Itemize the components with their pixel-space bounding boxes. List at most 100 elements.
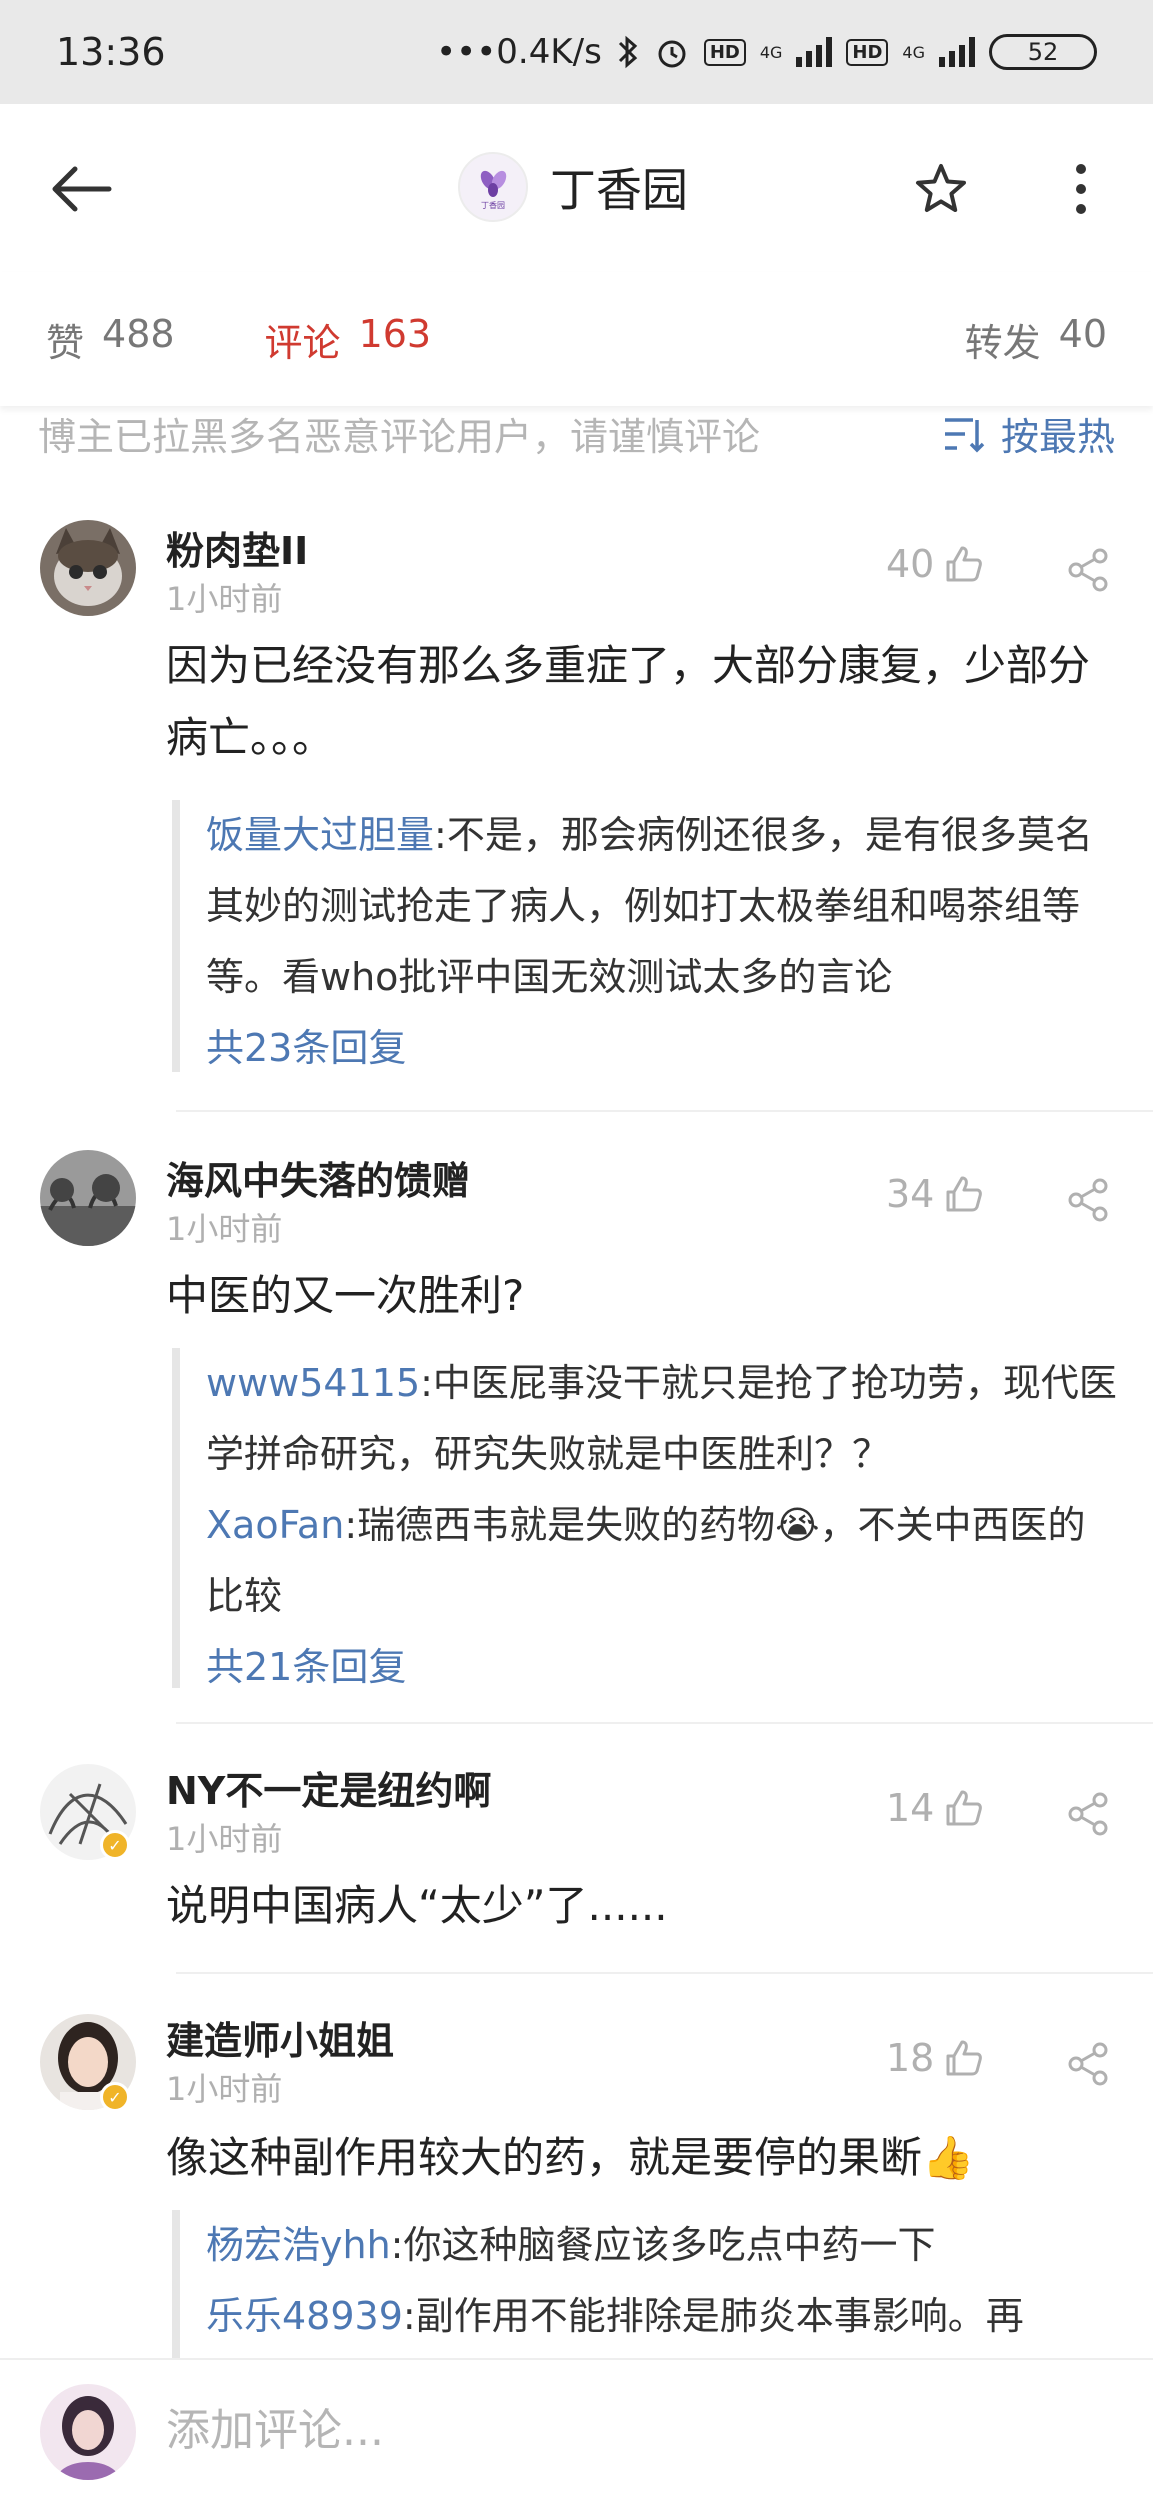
like-count: 14 — [886, 1786, 935, 1830]
reply-box[interactable]: 杨宏浩yhh:你这种脑餐应该多吃点中药一下 乐乐48939:副作用不能排除是肺炎… — [172, 2210, 1122, 2358]
more-vertical-icon — [1076, 164, 1086, 214]
like-button[interactable]: 34 — [886, 1172, 984, 1216]
thumbs-up-icon — [946, 546, 983, 582]
tab-comments-count: 163 — [358, 311, 432, 356]
reply-item: 饭量大过胆量:不是，那会病例还很多，是有很多莫名其妙的测试抢走了病人，例如打太极… — [206, 800, 1122, 1013]
comment-input[interactable] — [166, 2390, 1066, 2470]
tab-forward[interactable]: 转发 40 — [965, 312, 1107, 367]
like-count: 34 — [886, 1172, 935, 1216]
share-button[interactable] — [1066, 548, 1110, 592]
comment-text: 说明中国病人“太少”了...... — [166, 1881, 668, 1930]
reply-user[interactable]: 饭量大过胆量 — [206, 813, 434, 857]
avatar[interactable] — [40, 1150, 136, 1246]
comment-author[interactable]: 海风中失落的馈赠 — [166, 1150, 470, 1205]
comment-author[interactable]: 建造师小姐姐 — [166, 2010, 394, 2065]
alarm-icon — [658, 40, 686, 68]
share-button[interactable] — [1066, 1792, 1110, 1836]
comment-author[interactable]: NY不一定是纽约啊 — [166, 1760, 491, 1815]
share-icon — [1068, 548, 1108, 592]
like-button[interactable]: 14 — [886, 1786, 984, 1830]
comment-time: 1小时前 — [166, 580, 283, 618]
more-options-button[interactable] — [1046, 154, 1116, 224]
top-header: 丁香园 丁香园 — [0, 104, 1153, 272]
network-speed: •••0.4K/s — [436, 32, 602, 72]
hd-badge-1: HD — [703, 38, 746, 66]
like-count: 18 — [886, 2036, 935, 2080]
tab-forward-label: 转发 — [964, 320, 1041, 365]
verified-badge-icon: ✓ — [100, 2082, 130, 2112]
view-all-replies-link[interactable]: 共23条回复 — [206, 1013, 1122, 1084]
reply-text: :副作用不能排除是肺炎本事影响。再 — [402, 2294, 1024, 2338]
share-icon — [1068, 2042, 1108, 2086]
tab-comments[interactable]: 评论 163 — [265, 312, 432, 367]
verified-badge-icon: ✓ — [100, 1830, 130, 1860]
comment-time: 1小时前 — [166, 1210, 283, 1248]
comment-text: 中医的又一次胜利? — [166, 1271, 525, 1320]
logo-text: 丁香园 — [481, 200, 505, 210]
reply-item: 乐乐48939:副作用不能排除是肺炎本事影响。再 — [206, 2281, 1122, 2352]
reply-user[interactable]: www54115 — [206, 1361, 420, 1405]
status-time: 13:36 — [56, 30, 166, 74]
landscape-avatar-image — [40, 1150, 136, 1246]
signal-icon-1 — [796, 37, 833, 67]
comment-author[interactable]: 粉肉垫II — [166, 520, 308, 575]
share-button[interactable] — [1066, 1178, 1110, 1222]
comment-text: 像这种副作用较大的药，就是要停的果断👍 — [166, 2133, 975, 2182]
like-button[interactable]: 40 — [886, 542, 984, 586]
comment-notice: 博主已拉黑多名恶意评论用户，请谨慎评论 按最热 — [0, 406, 1153, 462]
comment-text: 因为已经没有那么多重症了，大部分康复，少部分病亡。。。 — [166, 641, 1091, 762]
reply-user[interactable]: 杨宏浩yhh — [206, 2223, 391, 2267]
tab-forward-count: 40 — [1058, 311, 1107, 356]
stats-tabs: 赞 488 评论 163 转发 40 — [0, 272, 1153, 406]
divider — [176, 1972, 1153, 1974]
avatar[interactable] — [40, 520, 136, 616]
reply-box[interactable]: 饭量大过胆量:不是，那会病例还很多，是有很多莫名其妙的测试抢走了病人，例如打太极… — [172, 800, 1122, 1072]
notice-text: 博主已拉黑多名恶意评论用户，请谨慎评论 — [38, 415, 761, 459]
divider — [176, 1722, 1153, 1724]
status-icons: •••0.4K/s HD 4G HD 4G 52 — [436, 32, 1097, 72]
dxy-logo: 丁香园 — [458, 152, 528, 222]
reply-user[interactable]: XaoFan — [206, 1503, 344, 1547]
user-avatar-image — [40, 2384, 136, 2480]
network-type-2: 4G — [902, 42, 925, 62]
tab-likes-label: 赞 — [46, 320, 85, 365]
reply-item: XaoFan:瑞德西韦就是失败的药物😭，不关中西医的比较 — [206, 1490, 1122, 1632]
network-type-1: 4G — [759, 42, 783, 62]
sort-label: 按最热 — [1000, 415, 1115, 459]
sort-hot-button[interactable]: 按最热 — [943, 406, 1115, 461]
reply-box[interactable]: www54115:中医屁事没干就只是抢了抢功劳，现代医学拼命研究，研究失败就是中… — [172, 1348, 1122, 1689]
tab-likes-count: 488 — [102, 311, 175, 356]
comment-input-bar — [0, 2358, 1153, 2500]
my-avatar[interactable] — [40, 2384, 136, 2480]
battery-icon: 52 — [989, 34, 1097, 70]
divider — [176, 1110, 1153, 1112]
reply-item: www54115:中医屁事没干就只是抢了抢功劳，现代医学拼命研究，研究失败就是中… — [206, 1348, 1122, 1490]
view-all-replies-link[interactable]: 共21条回复 — [206, 1632, 1122, 1703]
status-bar: 13:36 •••0.4K/s HD 4G HD 4G 52 — [0, 0, 1153, 104]
favorite-button[interactable] — [906, 154, 976, 224]
star-icon — [916, 164, 966, 212]
comment-time: 1小时前 — [166, 2070, 283, 2108]
cat-avatar-image — [40, 520, 136, 616]
thumbs-up-icon — [946, 1790, 983, 1826]
back-button[interactable] — [46, 154, 116, 224]
share-button[interactable] — [1066, 2042, 1110, 2086]
reply-item: 杨宏浩yhh:你这种脑餐应该多吃点中药一下 — [206, 2210, 1122, 2281]
thumbs-up-icon — [946, 2040, 983, 2076]
sort-icon — [944, 417, 985, 452]
header-title-group: 丁香园 丁香园 — [458, 152, 688, 222]
bluetooth-icon — [618, 35, 638, 69]
share-icon — [1068, 1792, 1108, 1836]
tab-comments-label: 评论 — [264, 320, 341, 365]
lilac-flower-icon: 丁香园 — [480, 170, 507, 210]
thumbs-up-icon — [946, 1176, 983, 1212]
tab-likes[interactable]: 赞 488 — [46, 312, 175, 367]
page-title: 丁香园 — [550, 163, 688, 217]
like-button[interactable]: 18 — [886, 2036, 984, 2080]
signal-icon-2 — [939, 37, 975, 67]
arrow-left-icon — [52, 166, 112, 212]
reply-user[interactable]: 乐乐48939 — [206, 2294, 403, 2338]
comment-time: 1小时前 — [166, 1820, 283, 1858]
reply-text: :你这种脑餐应该多吃点中药一下 — [390, 2223, 936, 2267]
share-icon — [1068, 1178, 1108, 1222]
